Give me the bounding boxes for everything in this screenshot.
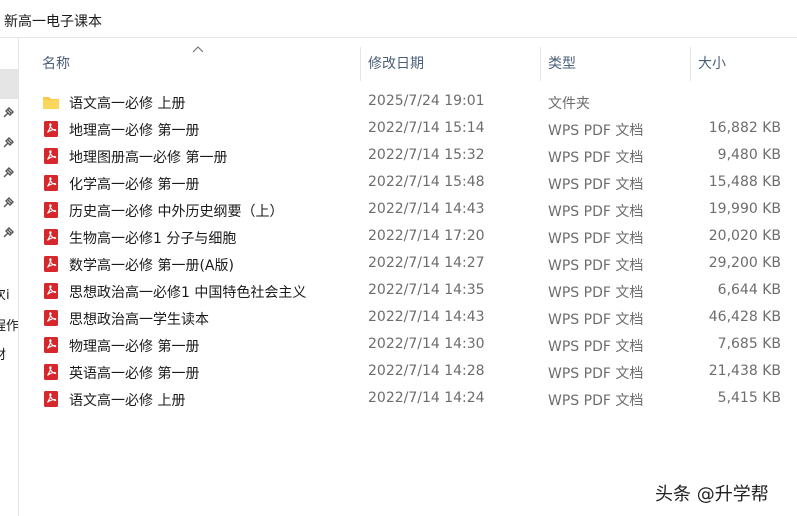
- pdf-icon: [42, 120, 60, 138]
- pdf-icon: [42, 363, 60, 381]
- pdf-icon: [42, 390, 60, 408]
- address-path[interactable]: 新高一电子课本: [4, 11, 102, 31]
- nav-item-label[interactable]: 程作: [0, 315, 18, 334]
- file-name: 地理高一必修 第一册: [69, 123, 200, 139]
- file-size: 15,488 KB: [708, 174, 781, 190]
- file-type: WPS PDF 文档: [548, 258, 644, 274]
- pdf-icon: [42, 228, 60, 246]
- column-divider[interactable]: [540, 47, 541, 81]
- file-row[interactable]: 化学高一必修 第一册 2022/7/14 15:48 WPS PDF 文档 15,48…: [20, 170, 790, 197]
- navigation-pane: 次i 程作 材: [0, 38, 19, 516]
- pdf-icon: [42, 309, 60, 327]
- file-row[interactable]: 物理高一必修 第一册 2022/7/14 14:30 WPS PDF 文档 7,685…: [20, 332, 790, 359]
- file-size: 9,480 KB: [717, 147, 781, 163]
- file-type: WPS PDF 文档: [548, 231, 644, 247]
- file-name: 历史高一必修 中外历史纲要（上）: [69, 204, 284, 220]
- file-size: 5,415 KB: [717, 390, 781, 406]
- file-name: 英语高一必修 第一册: [69, 366, 200, 382]
- column-divider[interactable]: [360, 47, 361, 81]
- file-type: WPS PDF 文档: [548, 150, 644, 166]
- file-name: 语文高一必修 上册: [69, 393, 186, 409]
- file-modified-date: 2022/7/14 15:32: [368, 147, 485, 163]
- file-modified-date: 2022/7/14 15:48: [368, 174, 485, 190]
- column-divider[interactable]: [690, 47, 691, 81]
- file-size: 19,990 KB: [708, 201, 781, 217]
- pin-icon: [3, 107, 14, 118]
- file-row[interactable]: 数学高一必修 第一册(A版) 2022/7/14 14:27 WPS PDF 文档 2…: [20, 251, 790, 278]
- file-type: 文件夹: [548, 96, 590, 112]
- file-name: 化学高一必修 第一册: [69, 177, 200, 193]
- pdf-icon: [42, 174, 60, 192]
- sort-ascending-icon[interactable]: [192, 45, 204, 53]
- file-type: WPS PDF 文档: [548, 285, 644, 301]
- file-name: 生物高一必修1 分子与细胞: [69, 231, 237, 247]
- file-row[interactable]: 地理高一必修 第一册 2022/7/14 15:14 WPS PDF 文档 16,88…: [20, 116, 790, 143]
- file-type: WPS PDF 文档: [548, 393, 644, 409]
- pin-icon: [3, 197, 14, 208]
- watermark: 头条 @升学帮: [655, 484, 769, 505]
- file-size: 6,644 KB: [717, 282, 781, 298]
- pdf-icon: [42, 336, 60, 354]
- file-size: 29,200 KB: [708, 255, 781, 271]
- file-modified-date: 2022/7/14 14:35: [368, 282, 485, 298]
- file-size: 21,438 KB: [708, 363, 781, 379]
- column-header-date[interactable]: 修改日期: [368, 47, 424, 81]
- file-size: 7,685 KB: [717, 336, 781, 352]
- column-header-row: 名称 修改日期 类型 大小: [20, 38, 797, 90]
- file-row[interactable]: 地理图册高一必修 第一册 2022/7/14 15:32 WPS PDF 文档 9,4…: [20, 143, 790, 170]
- nav-selected-item[interactable]: [0, 69, 18, 99]
- pdf-icon: [42, 282, 60, 300]
- file-type: WPS PDF 文档: [548, 123, 644, 139]
- file-row[interactable]: 语文高一必修 上册 2022/7/14 14:24 WPS PDF 文档 5,415 …: [20, 386, 790, 413]
- file-name: 数学高一必修 第一册(A版): [69, 258, 234, 274]
- column-header-name[interactable]: 名称: [42, 47, 70, 81]
- nav-item-label[interactable]: 次i: [0, 284, 10, 303]
- file-size: 16,882 KB: [708, 120, 781, 136]
- file-modified-date: 2022/7/14 14:43: [368, 201, 485, 217]
- pdf-icon: [42, 201, 60, 219]
- pdf-icon: [42, 147, 60, 165]
- file-row[interactable]: 历史高一必修 中外历史纲要（上） 2022/7/14 14:43 WPS PDF 文…: [20, 197, 790, 224]
- address-bar[interactable]: 新高一电子课本: [0, 0, 797, 38]
- file-type: WPS PDF 文档: [548, 312, 644, 328]
- file-type: WPS PDF 文档: [548, 366, 644, 382]
- file-modified-date: 2022/7/14 15:14: [368, 120, 485, 136]
- file-list: 语文高一必修 上册 2025/7/24 19:01 文件夹地理高一必修 第一册 202…: [20, 89, 790, 413]
- file-name: 思想政治高一学生读本: [69, 312, 209, 328]
- file-name: 思想政治高一必修1 中国特色社会主义: [69, 285, 307, 301]
- file-modified-date: 2025/7/24 19:01: [368, 93, 485, 109]
- pdf-icon: [42, 255, 60, 273]
- file-name: 地理图册高一必修 第一册: [69, 150, 228, 166]
- file-modified-date: 2022/7/14 14:43: [368, 309, 485, 325]
- file-type: WPS PDF 文档: [548, 204, 644, 220]
- file-row[interactable]: 语文高一必修 上册 2025/7/24 19:01 文件夹: [20, 89, 790, 116]
- file-modified-date: 2022/7/14 14:28: [368, 363, 485, 379]
- file-row[interactable]: 思想政治高一学生读本 2022/7/14 14:43 WPS PDF 文档 46,42…: [20, 305, 790, 332]
- file-modified-date: 2022/7/14 14:27: [368, 255, 485, 271]
- nav-item-label[interactable]: 材: [0, 344, 6, 363]
- column-header-type[interactable]: 类型: [548, 47, 576, 81]
- file-modified-date: 2022/7/14 14:24: [368, 390, 485, 406]
- scrollbar-track[interactable]: [789, 38, 797, 516]
- file-modified-date: 2022/7/14 14:30: [368, 336, 485, 352]
- file-name: 物理高一必修 第一册: [69, 339, 200, 355]
- pin-icon: [3, 137, 14, 148]
- file-row[interactable]: 思想政治高一必修1 中国特色社会主义 2022/7/14 14:35 WPS PDF…: [20, 278, 790, 305]
- file-size: 46,428 KB: [708, 309, 781, 325]
- folder-icon: [42, 93, 60, 111]
- file-modified-date: 2022/7/14 17:20: [368, 228, 485, 244]
- file-type: WPS PDF 文档: [548, 339, 644, 355]
- column-header-size[interactable]: 大小: [698, 47, 726, 81]
- file-size: 20,020 KB: [708, 228, 781, 244]
- file-type: WPS PDF 文档: [548, 177, 644, 193]
- pin-icon: [3, 167, 14, 178]
- pin-icon: [3, 227, 14, 238]
- file-name: 语文高一必修 上册: [69, 96, 186, 112]
- file-row[interactable]: 生物高一必修1 分子与细胞 2022/7/14 17:20 WPS PDF 文档 20…: [20, 224, 790, 251]
- file-row[interactable]: 英语高一必修 第一册 2022/7/14 14:28 WPS PDF 文档 21,43…: [20, 359, 790, 386]
